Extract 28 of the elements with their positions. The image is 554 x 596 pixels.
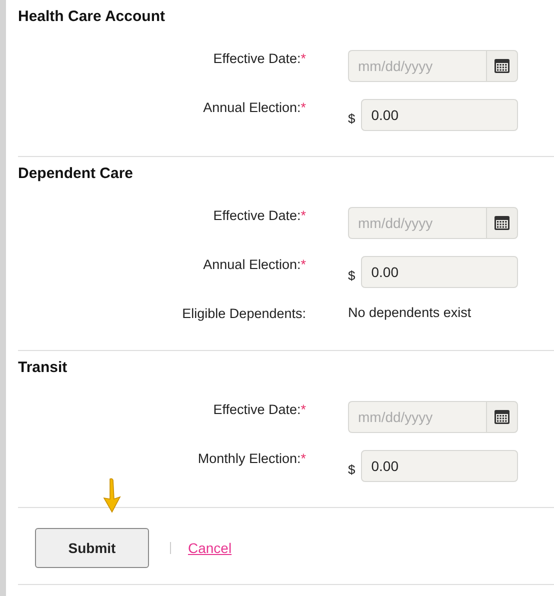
currency-symbol: $: [348, 266, 356, 282]
amount-field[interactable]: 0.00: [361, 256, 518, 288]
field-value: No dependents exist: [348, 305, 472, 320]
calendar-button[interactable]: [486, 207, 518, 239]
field-label: Annual Election:*: [203, 256, 306, 272]
date-field[interactable]: mm/dd/yyyy: [348, 207, 486, 239]
field-label: Eligible Dependents:: [182, 305, 306, 321]
cancel-link[interactable]: Cancel: [188, 540, 232, 556]
section-title: Dependent Care: [18, 165, 134, 183]
field-label: Effective Date:*: [213, 207, 306, 223]
amount-field[interactable]: 0.00: [361, 99, 518, 131]
section-title: Health Care Account: [18, 8, 166, 26]
date-field[interactable]: mm/dd/yyyy: [348, 50, 486, 82]
field-label: Annual Election:*: [203, 99, 306, 115]
calendar-button[interactable]: [486, 50, 518, 82]
amount-field[interactable]: 0.00: [361, 450, 518, 482]
calendar-button[interactable]: [486, 401, 518, 433]
calendar-icon: [494, 409, 510, 425]
submit-button[interactable]: Submit: [35, 528, 149, 568]
calendar-icon: [494, 58, 510, 74]
field-label: Monthly Election:*: [198, 450, 306, 466]
field-label: Effective Date:*: [213, 50, 306, 66]
field-label: Effective Date:*: [213, 401, 306, 417]
date-field[interactable]: mm/dd/yyyy: [348, 401, 486, 433]
section-title: Transit: [18, 359, 68, 377]
currency-symbol: $: [348, 460, 356, 476]
currency-symbol: $: [348, 110, 356, 126]
calendar-icon: [494, 215, 510, 231]
